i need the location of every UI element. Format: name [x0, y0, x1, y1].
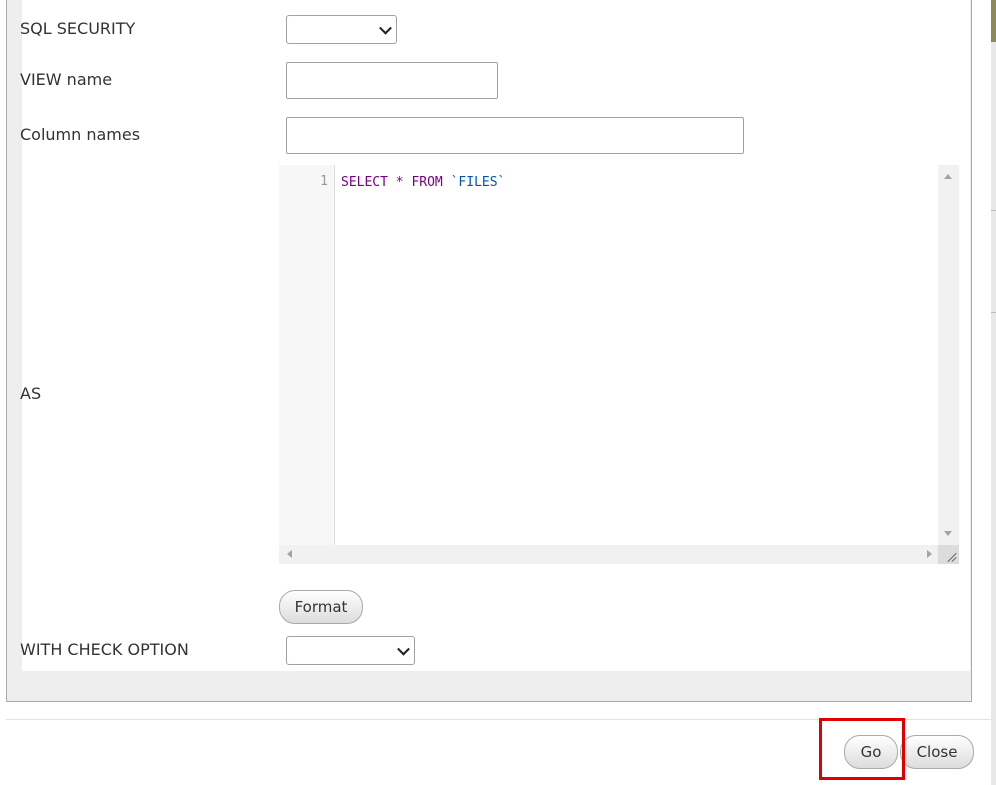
scroll-up-arrow-icon[interactable]: [944, 174, 952, 179]
column-names-label: Column names: [20, 125, 141, 144]
with-check-option-select[interactable]: [286, 636, 415, 665]
close-button[interactable]: Close: [900, 735, 974, 769]
sql-security-select[interactable]: [286, 15, 397, 44]
create-view-dialog: SQL SECURITY VIEW name Column names AS 1…: [0, 0, 991, 785]
line-number-gutter: 1: [279, 165, 335, 545]
sql-table-identifier: `FILES`: [450, 175, 506, 190]
chevron-down-icon: [397, 642, 410, 656]
format-button[interactable]: Format: [279, 590, 363, 624]
view-name-input[interactable]: [286, 62, 498, 99]
go-button[interactable]: Go: [844, 735, 898, 769]
column-names-input[interactable]: [286, 117, 744, 154]
scroll-left-arrow-icon[interactable]: [287, 550, 292, 558]
sql-operator-star: *: [395, 175, 404, 190]
editor-resize-handle[interactable]: [938, 545, 959, 564]
editor-horizontal-scrollbar[interactable]: [279, 545, 938, 564]
sql-keyword-from: FROM: [411, 175, 443, 190]
background-header-accent: [991, 0, 996, 42]
footer-divider: [6, 719, 991, 720]
scroll-right-arrow-icon[interactable]: [927, 550, 932, 558]
sql-code-editor[interactable]: 1 SELECT * FROM `FILES`: [279, 165, 959, 564]
line-number: 1: [320, 174, 328, 189]
view-name-label: VIEW name: [20, 70, 113, 89]
as-label: AS: [20, 384, 42, 403]
chevron-down-icon: [379, 21, 392, 35]
background-page-edge: [991, 0, 996, 785]
sql-security-label: SQL SECURITY: [20, 19, 136, 38]
scroll-down-arrow-icon[interactable]: [944, 531, 952, 536]
code-line[interactable]: SELECT * FROM `FILES`: [341, 174, 505, 191]
background-divider: [991, 210, 996, 211]
with-check-option-label: WITH CHECK OPTION: [20, 640, 189, 659]
background-divider: [991, 312, 996, 313]
sql-keyword-select: SELECT: [341, 175, 388, 190]
editor-vertical-scrollbar[interactable]: [938, 165, 959, 545]
viewport: SQL SECURITY VIEW name Column names AS 1…: [0, 0, 996, 785]
